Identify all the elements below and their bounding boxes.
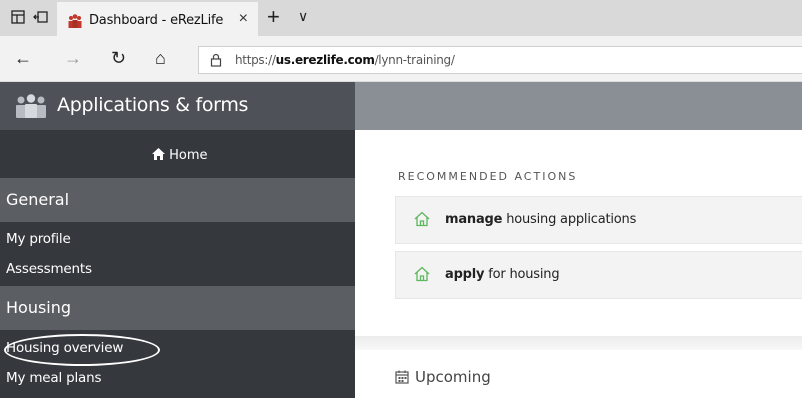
set-aside-tabs-icon[interactable] [33, 9, 49, 25]
new-tab-button[interactable]: + [267, 4, 280, 30]
close-tab-icon[interactable]: × [239, 10, 248, 28]
erezlife-favicon-icon [68, 14, 82, 28]
sidebar-item-my-profile[interactable]: My profile [6, 231, 71, 247]
sidebar-section-general[interactable]: General [0, 178, 355, 222]
tab-title: Dashboard - eRezLife [89, 13, 224, 28]
calendar-icon [395, 370, 409, 384]
forward-button[interactable]: → [64, 48, 82, 68]
main-content: RECOMMENDED ACTIONS manage housing appli… [355, 130, 802, 398]
sidebar-item-assessments[interactable]: Assessments [6, 261, 92, 277]
app-header: Applications & forms [0, 82, 802, 130]
lock-icon [210, 53, 222, 67]
tab-preview-chevron-icon[interactable]: ∨ [298, 8, 308, 25]
highlight-ellipse-annotation [4, 334, 160, 366]
sidebar-item-my-meal-plans[interactable]: My meal plans [6, 370, 101, 386]
url-text: https://us.erezlife.com/lynn-training/ [235, 53, 455, 67]
home-icon [152, 148, 165, 160]
house-outline-icon [414, 266, 430, 282]
house-outline-icon [414, 211, 430, 227]
sidebar-section-housing[interactable]: Housing [0, 286, 355, 330]
section-divider [355, 336, 802, 350]
sidebar: Home General My profile Assessments Hous… [0, 130, 355, 398]
recommended-actions-heading: RECOMMENDED ACTIONS [398, 170, 578, 183]
browser-address-bar: ← → ↻ ⌂ https://us.erezlife.com/lynn-tra… [0, 36, 802, 82]
back-button[interactable]: ← [14, 48, 32, 68]
people-group-icon [16, 94, 46, 118]
sidebar-home-link[interactable]: Home [0, 130, 355, 178]
browser-tab-bar: Dashboard - eRezLife × + ∨ [0, 0, 802, 36]
action-manage-housing-applications[interactable]: manage housing applications [395, 196, 802, 244]
refresh-button[interactable]: ↻ [111, 48, 126, 68]
sidebar-home-label: Home [169, 148, 208, 163]
upcoming-heading: Upcoming [395, 368, 491, 386]
app-title: Applications & forms [57, 94, 249, 116]
app-brand[interactable]: Applications & forms [0, 82, 355, 130]
action-apply-for-housing[interactable]: apply for housing [395, 251, 802, 299]
home-button[interactable]: ⌂ [155, 48, 166, 68]
tab-dashboard[interactable]: Dashboard - eRezLife × [57, 2, 258, 36]
url-input[interactable]: https://us.erezlife.com/lynn-training/ [198, 46, 802, 74]
tab-actions-icon[interactable] [10, 9, 26, 25]
